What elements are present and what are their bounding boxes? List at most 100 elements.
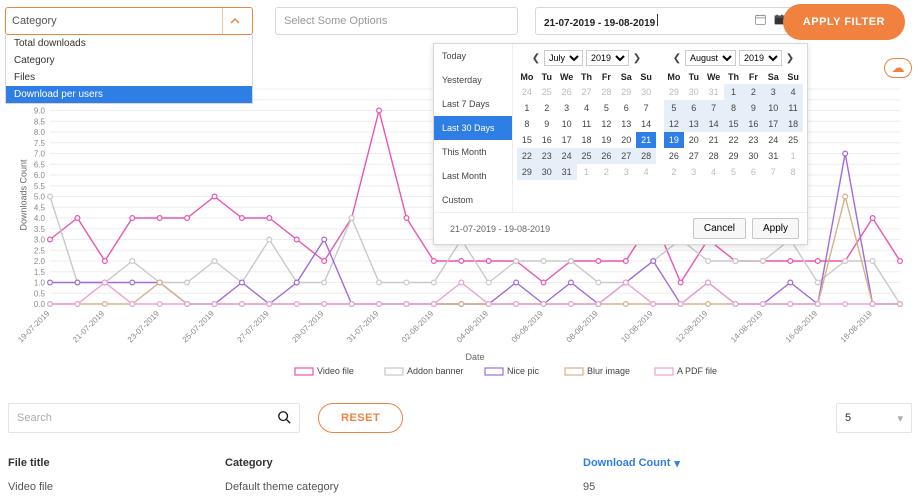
date-range-preset[interactable]: Yesterday	[434, 68, 512, 92]
page-size-select[interactable]: 5 ▾	[836, 403, 912, 433]
calendar-day[interactable]: 11	[577, 116, 597, 132]
calendar-day[interactable]: 14	[704, 116, 724, 132]
category-option[interactable]: Category	[6, 52, 252, 69]
calendar-day[interactable]: 18	[783, 116, 803, 132]
calendar-day[interactable]: 29	[724, 148, 744, 164]
calendar-day[interactable]: 30	[743, 148, 763, 164]
calendar-day[interactable]: 3	[557, 100, 577, 116]
calendar-day[interactable]: 24	[763, 132, 783, 148]
th-download-count[interactable]: Download Count ▾	[583, 457, 883, 470]
calendar-day[interactable]: 8	[724, 100, 744, 116]
date-range-preset[interactable]: Today	[434, 44, 512, 68]
calendar-day[interactable]: 8	[517, 116, 537, 132]
date-cancel-button[interactable]: Cancel	[693, 218, 746, 239]
prev-month-icon[interactable]: ❮	[672, 53, 682, 64]
svg-text:3.5: 3.5	[34, 225, 46, 234]
calendar-day[interactable]: 23	[537, 148, 557, 164]
calendar-day[interactable]: 22	[517, 148, 537, 164]
calendar-day[interactable]: 26	[664, 148, 684, 164]
cloud-download-button[interactable]: ☁	[884, 58, 912, 78]
calendar-day[interactable]: 11	[783, 100, 803, 116]
reset-button[interactable]: RESET	[318, 403, 403, 433]
calendar-day[interactable]: 20	[684, 132, 704, 148]
calendar-day[interactable]: 1	[517, 100, 537, 116]
calendar-day[interactable]: 19	[596, 132, 616, 148]
calendar-day[interactable]: 21	[704, 132, 724, 148]
calendar-day[interactable]: 27	[684, 148, 704, 164]
calendar-day[interactable]: 7	[704, 100, 724, 116]
calendar-day[interactable]: 25	[783, 132, 803, 148]
calendar-day[interactable]: 4	[577, 100, 597, 116]
calendar-day[interactable]: 27	[616, 148, 636, 164]
calendar-day[interactable]: 4	[783, 84, 803, 100]
category-dropdown[interactable]: Total downloadsCategoryFilesDownload per…	[5, 35, 253, 104]
calendar-day: 4	[636, 164, 656, 180]
category-option[interactable]: Download per users	[6, 86, 252, 103]
calendar-day[interactable]: 13	[616, 116, 636, 132]
date-range-input[interactable]: 21-07-2019 - 19-08-2019	[535, 7, 795, 35]
calendar-day[interactable]: 5	[664, 100, 684, 116]
calendar-day[interactable]: 6	[616, 100, 636, 116]
calendar-day[interactable]: 20	[616, 132, 636, 148]
calendar-day[interactable]: 16	[537, 132, 557, 148]
calendar-day[interactable]: 2	[743, 84, 763, 100]
calendar-day: 8	[783, 164, 803, 180]
calendar-day[interactable]: 9	[537, 116, 557, 132]
calendar-day[interactable]: 3	[763, 84, 783, 100]
calendar-day[interactable]: 10	[763, 100, 783, 116]
calendar-day[interactable]: 5	[596, 100, 616, 116]
th-category[interactable]: Category	[225, 457, 583, 469]
calendar-day[interactable]: 25	[577, 148, 597, 164]
date-range-preset[interactable]: This Month	[434, 140, 512, 164]
calendar-day[interactable]: 12	[596, 116, 616, 132]
calendar-day[interactable]: 1	[724, 84, 744, 100]
svg-text:9.0: 9.0	[34, 107, 46, 116]
calendar-day[interactable]: 30	[537, 164, 557, 180]
apply-filter-button[interactable]: APPLY FILTER	[783, 4, 905, 40]
calendar-day[interactable]: 14	[636, 116, 656, 132]
prev-month-icon[interactable]: ❮	[531, 53, 541, 64]
calendar-day[interactable]: 12	[664, 116, 684, 132]
date-range-preset[interactable]: Last 30 Days	[434, 116, 512, 140]
month-select-left[interactable]: July	[544, 50, 583, 66]
search-input[interactable]: Search	[8, 403, 300, 433]
date-range-preset[interactable]: Last Month	[434, 164, 512, 188]
calendar-day[interactable]: 24	[557, 148, 577, 164]
calendar-day[interactable]: 6	[684, 100, 704, 116]
calendar-day[interactable]: 10	[557, 116, 577, 132]
calendar-day[interactable]: 22	[724, 132, 744, 148]
calendar-day[interactable]: 2	[537, 100, 557, 116]
calendar-day[interactable]: 23	[743, 132, 763, 148]
category-option[interactable]: Total downloads	[6, 35, 252, 52]
next-month-icon[interactable]: ❯	[632, 53, 642, 64]
next-month-icon[interactable]: ❯	[785, 53, 795, 64]
calendar-dow: We	[704, 70, 724, 84]
calendar-day[interactable]: 13	[684, 116, 704, 132]
month-select-right[interactable]: August	[685, 50, 736, 66]
calendar-day[interactable]: 7	[636, 100, 656, 116]
th-file-title[interactable]: File title	[5, 457, 225, 469]
calendar-day[interactable]: 28	[704, 148, 724, 164]
calendar-day[interactable]: 17	[557, 132, 577, 148]
calendar-day[interactable]: 28	[636, 148, 656, 164]
calendar-day[interactable]: 26	[596, 148, 616, 164]
calendar-day[interactable]: 17	[763, 116, 783, 132]
calendar-day[interactable]: 16	[743, 116, 763, 132]
calendar-day[interactable]: 21	[636, 132, 656, 148]
calendar-day[interactable]: 15	[724, 116, 744, 132]
calendar-day[interactable]: 15	[517, 132, 537, 148]
date-apply-button[interactable]: Apply	[752, 218, 799, 239]
calendar-day[interactable]: 18	[577, 132, 597, 148]
multi-select[interactable]: Select Some Options	[275, 7, 518, 35]
calendar-day[interactable]: 31	[763, 148, 783, 164]
date-range-preset[interactable]: Custom	[434, 188, 512, 212]
category-select[interactable]: Category	[5, 7, 253, 35]
calendar-day[interactable]: 19	[664, 132, 684, 148]
calendar-day[interactable]: 29	[517, 164, 537, 180]
category-option[interactable]: Files	[6, 69, 252, 86]
calendar-day[interactable]: 31	[557, 164, 577, 180]
year-select-left[interactable]: 2019	[586, 50, 629, 66]
date-range-preset[interactable]: Last 7 Days	[434, 92, 512, 116]
calendar-day[interactable]: 9	[743, 100, 763, 116]
year-select-right[interactable]: 2019	[739, 50, 782, 66]
